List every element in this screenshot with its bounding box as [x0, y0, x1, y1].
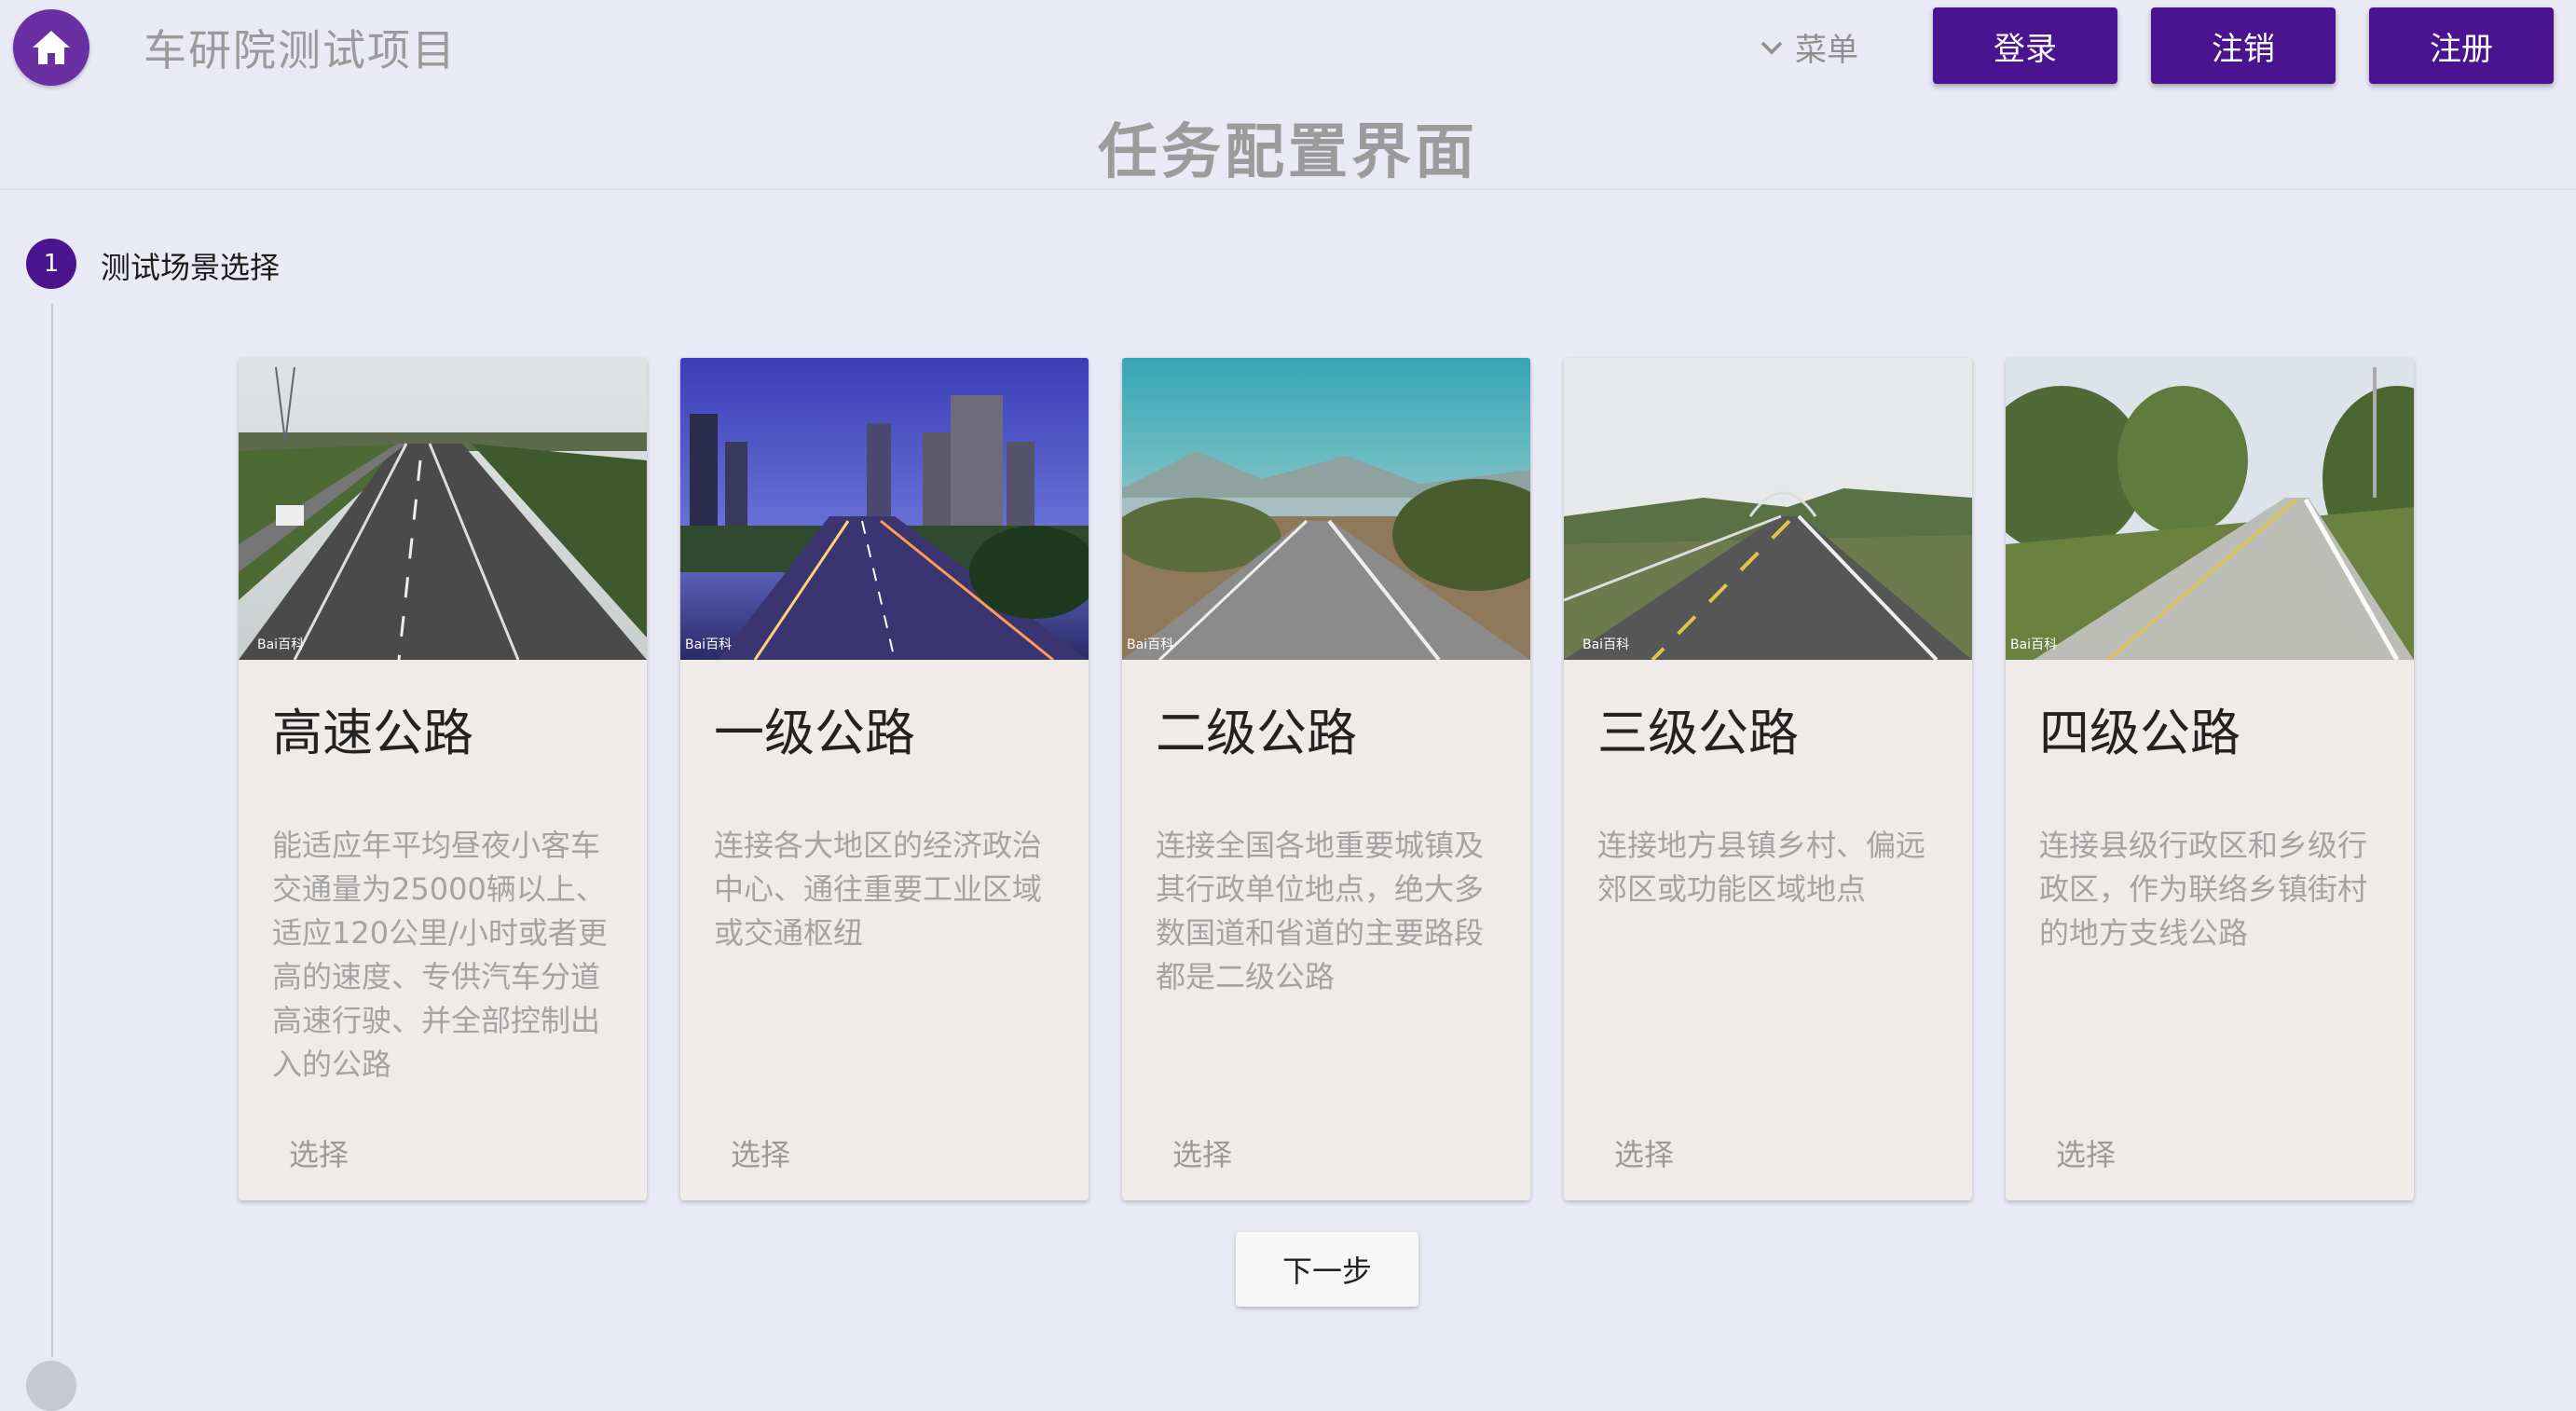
step-connector-line [51, 304, 53, 1357]
card-description: 能适应年平均昼夜小客车交通量为25000辆以上、适应120公里/小时或者更高的速… [272, 828, 608, 1082]
logout-button[interactable]: 注销 [2151, 7, 2336, 84]
card-description: 连接全国各地重要城镇及其行政单位地点，绝大多数国道和省道的主要路段都是二级公路 [1156, 828, 1485, 994]
card-description: 连接各大地区的经济政治中心、通往重要工业区域或交通枢纽 [714, 828, 1043, 951]
expressway-image: Bai百科 [239, 358, 647, 660]
select-button[interactable]: 选择 [1614, 1131, 1674, 1174]
card-description: 连接县级行政区和乡级行政区，作为联络乡镇街村的地方支线公路 [2039, 828, 2368, 951]
class4-highway-image: Bai百科 [2006, 358, 2414, 660]
road-type-cards: Bai百科 高速公路 能适应年平均昼夜小客车交通量为25000辆以上、适应120… [239, 358, 2414, 1200]
header-divider [0, 188, 2576, 190]
select-button[interactable]: 选择 [289, 1131, 349, 1174]
register-button[interactable]: 注册 [2369, 7, 2554, 84]
home-button[interactable] [13, 9, 89, 86]
card-expressway: Bai百科 高速公路 能适应年平均昼夜小客车交通量为25000辆以上、适应120… [239, 358, 647, 1200]
card-title: 高速公路 [272, 704, 473, 762]
menu-dropdown[interactable]: 菜单 [1760, 24, 1858, 70]
chevron-down-icon [1761, 41, 1783, 54]
class3-highway-image: Bai百科 [1564, 358, 1972, 660]
svg-text:Bai百科: Bai百科 [1583, 637, 1629, 652]
select-button[interactable]: 选择 [2056, 1131, 2116, 1174]
select-button[interactable]: 选择 [731, 1131, 790, 1174]
card-title: 三级公路 [1597, 704, 1799, 762]
card-title: 一级公路 [714, 704, 915, 762]
card-description: 连接地方县镇乡村、偏远郊区或功能区域地点 [1597, 828, 1926, 907]
card-class2-highway: Bai百科 二级公路 连接全国各地重要城镇及其行政单位地点，绝大多数国道和省道的… [1122, 358, 1530, 1200]
select-button[interactable]: 选择 [1172, 1131, 1232, 1174]
card-class4-highway: Bai百科 四级公路 连接县级行政区和乡级行政区，作为联络乡镇街村的地方支线公路… [2006, 358, 2414, 1200]
login-button[interactable]: 登录 [1933, 7, 2117, 84]
menu-label: 菜单 [1795, 32, 1858, 69]
svg-text:Bai百科: Bai百科 [685, 637, 732, 652]
card-class1-highway: Bai百科 一级公路 连接各大地区的经济政治中心、通往重要工业区域或交通枢纽 选… [680, 358, 1089, 1200]
class1-highway-image: Bai百科 [680, 358, 1089, 660]
home-icon [33, 31, 70, 64]
next-step-button[interactable]: 下一步 [1236, 1232, 1418, 1307]
card-title: 四级公路 [2039, 704, 2240, 762]
class2-highway-image: Bai百科 [1122, 358, 1530, 660]
svg-text:Bai百科: Bai百科 [1127, 637, 1173, 652]
card-title: 二级公路 [1156, 704, 1357, 762]
card-class3-highway: Bai百科 三级公路 连接地方县镇乡村、偏远郊区或功能区域地点 选择 [1564, 358, 1972, 1200]
page-title: 任务配置界面 [1098, 118, 1478, 187]
app-title: 车研院测试项目 [144, 25, 457, 75]
next-step-indicator [26, 1361, 76, 1411]
step-label[interactable]: 测试场景选择 [101, 244, 280, 287]
step-number: 1 [26, 239, 76, 289]
svg-text:Bai百科: Bai百科 [2010, 637, 2057, 652]
svg-text:Bai百科: Bai百科 [257, 637, 304, 652]
